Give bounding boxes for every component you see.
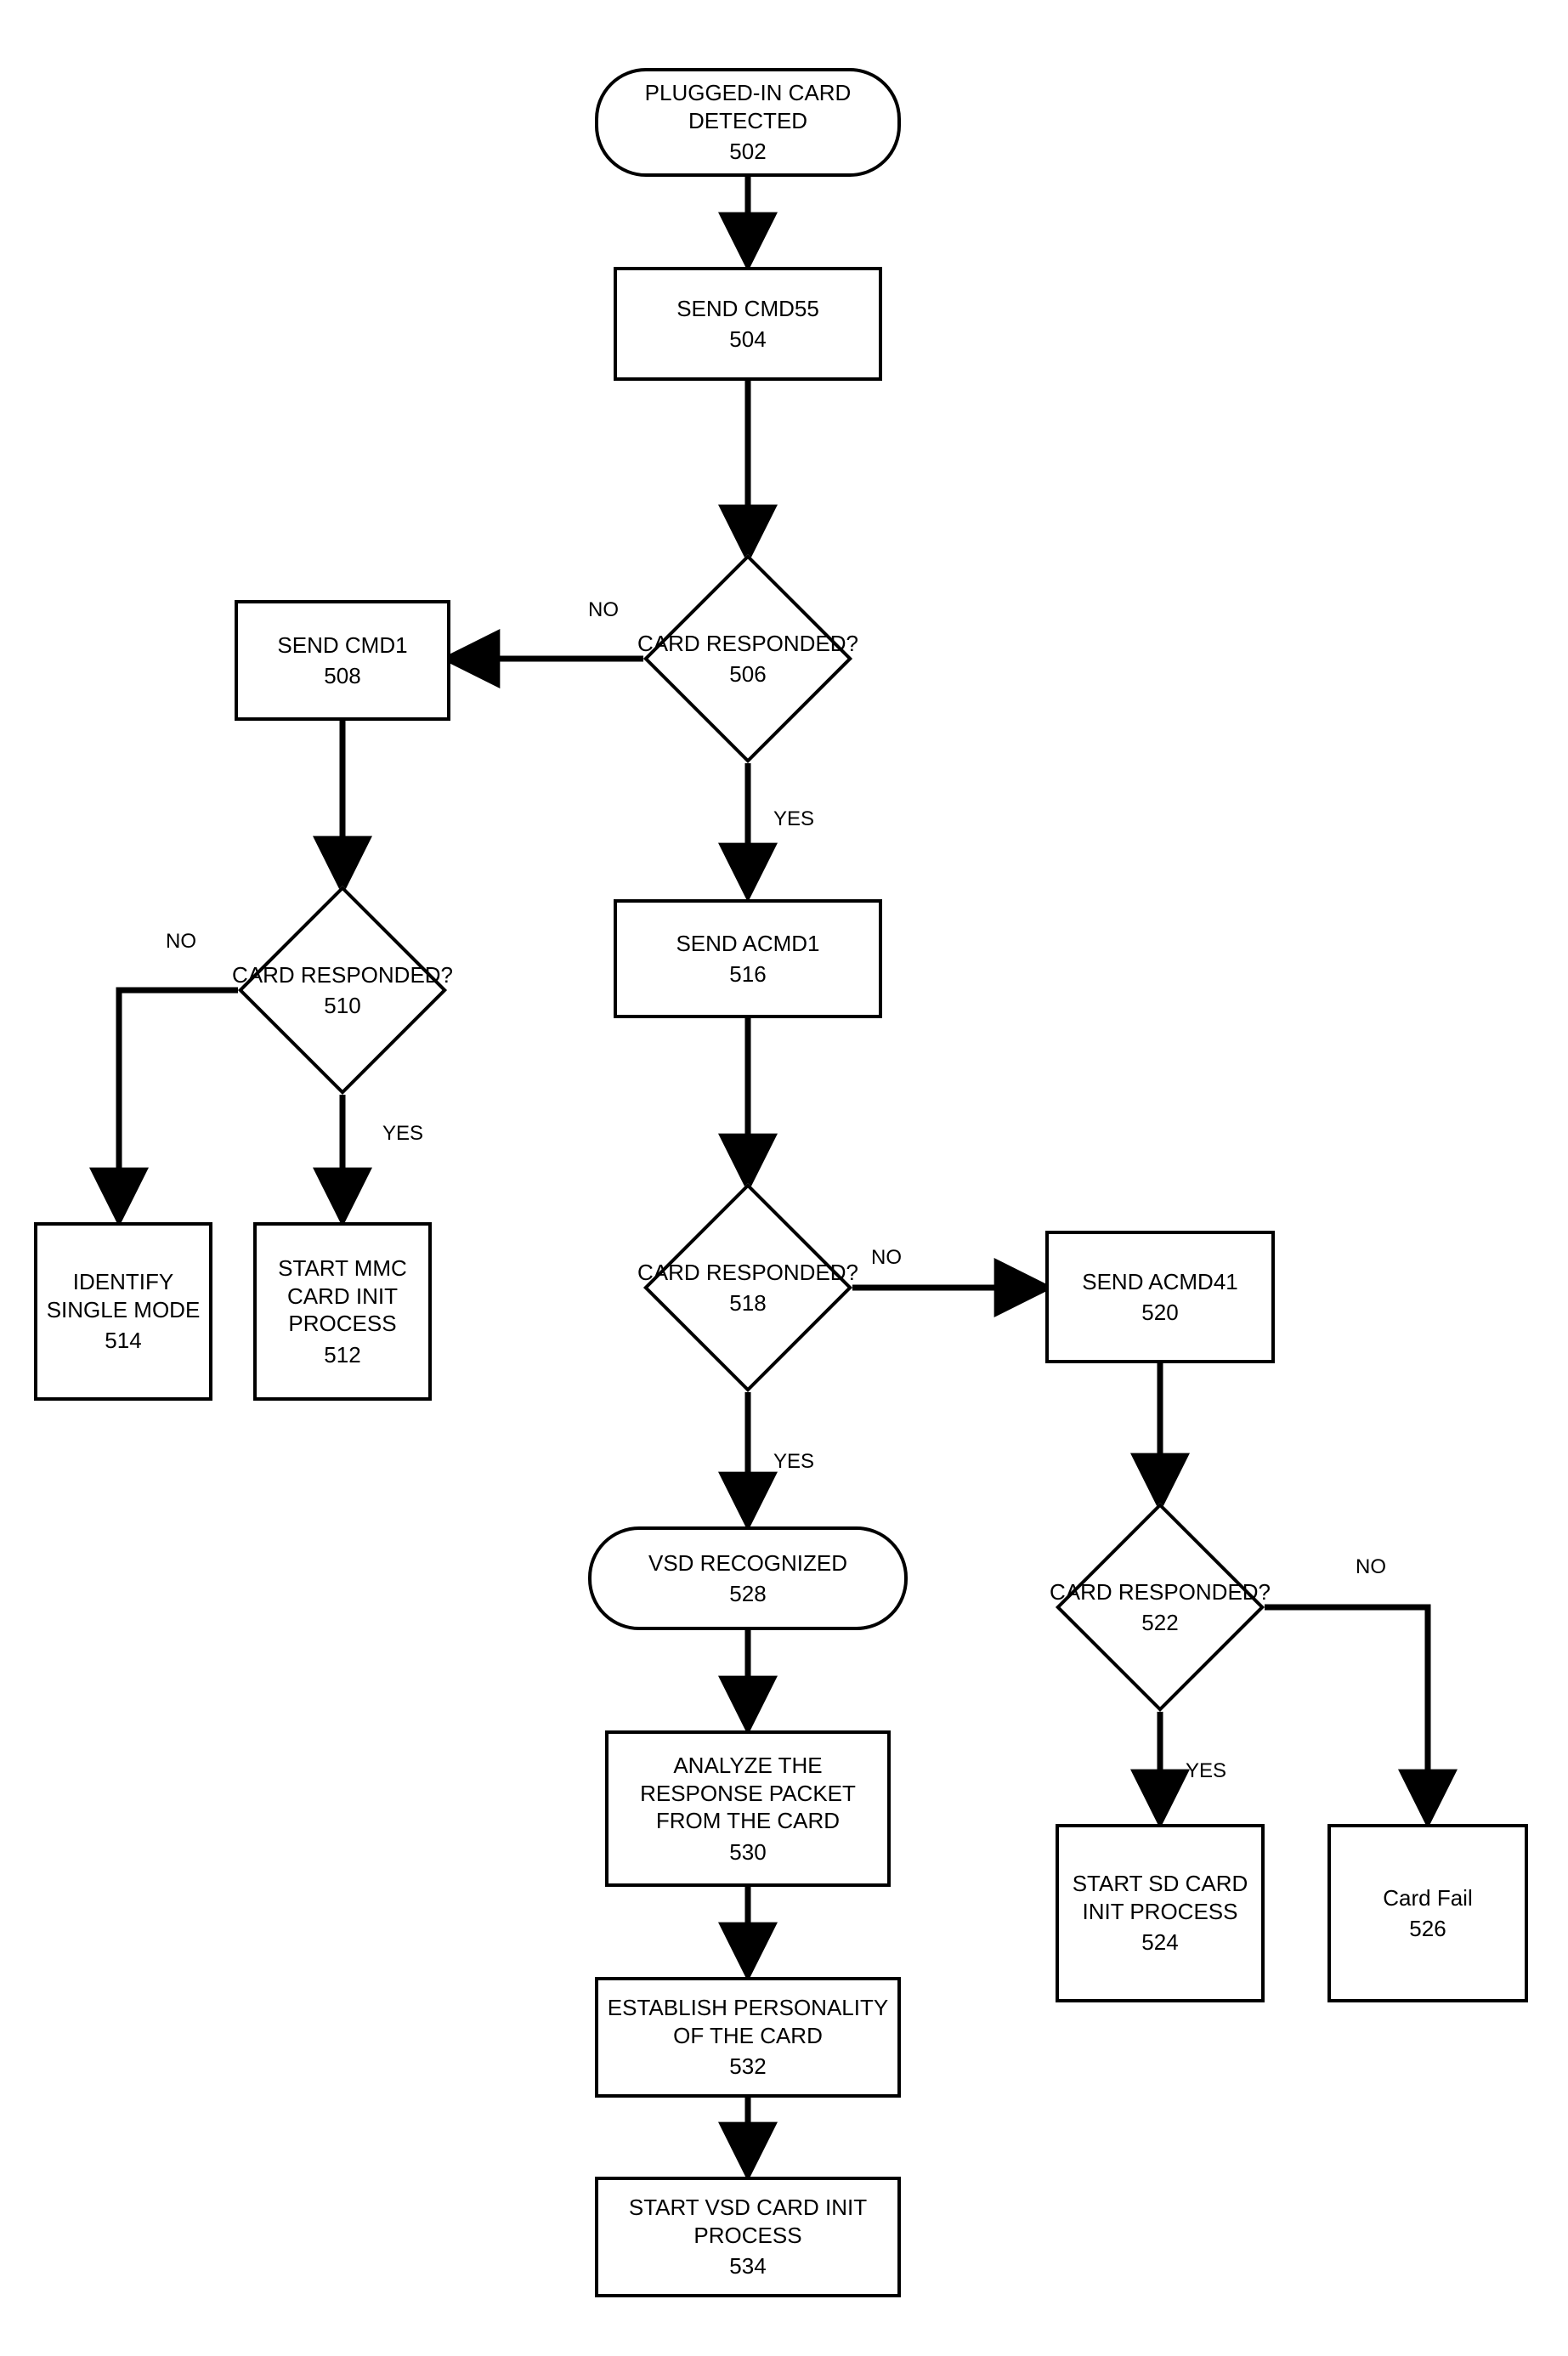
node-520-id: 520 (1141, 1299, 1178, 1327)
node-518-id: 518 (729, 1289, 766, 1317)
node-522-line1: CARD RESPONDED? (1050, 1578, 1271, 1606)
node-502-line2: DETECTED (688, 107, 807, 135)
node-524-line1: START SD CARD (1073, 1870, 1248, 1898)
edge-label-518-no: NO (871, 1246, 902, 1270)
node-522-label: CARD RESPONDED? 522 (1044, 1533, 1276, 1681)
node-506-label: CARD RESPONDED? 506 (631, 585, 864, 733)
node-534-line2: PROCESS (693, 2222, 801, 2250)
node-508-line1: SEND CMD1 (277, 631, 407, 660)
node-522: CARD RESPONDED? 522 (1086, 1533, 1234, 1681)
node-520-line1: SEND ACMD41 (1082, 1268, 1238, 1296)
node-504-line1: SEND CMD55 (676, 295, 819, 323)
node-510-id: 510 (324, 992, 360, 1020)
node-506-id: 506 (729, 660, 766, 688)
node-510-label: CARD RESPONDED? 510 (226, 916, 459, 1064)
node-518: CARD RESPONDED? 518 (674, 1214, 822, 1362)
node-534-line1: START VSD CARD INIT (629, 2194, 867, 2222)
node-502-id: 502 (729, 138, 766, 166)
node-512-line3: PROCESS (288, 1310, 396, 1338)
node-512-line2: CARD INIT (287, 1283, 398, 1311)
edge-label-506-no: NO (588, 598, 619, 622)
edge-label-510-no: NO (166, 930, 196, 954)
node-532-line1: ESTABLISH PERSONALITY (608, 1994, 888, 2022)
node-520: SEND ACMD41 520 (1045, 1231, 1275, 1363)
node-526-id: 526 (1409, 1915, 1446, 1943)
node-510-line1: CARD RESPONDED? (232, 961, 453, 989)
node-528: VSD RECOGNIZED 528 (588, 1526, 908, 1630)
node-514-line1: IDENTIFY (73, 1268, 173, 1296)
node-532-id: 532 (729, 2053, 766, 2081)
node-530-line2: RESPONSE PACKET (640, 1780, 856, 1808)
node-524-id: 524 (1141, 1928, 1178, 1957)
node-504: SEND CMD55 504 (614, 267, 882, 381)
node-530-line3: FROM THE CARD (656, 1807, 840, 1835)
edge-label-510-yes: YES (382, 1122, 423, 1146)
node-512-id: 512 (324, 1341, 360, 1369)
node-532: ESTABLISH PERSONALITY OF THE CARD 532 (595, 1977, 901, 2098)
node-516: SEND ACMD1 516 (614, 899, 882, 1018)
node-514: IDENTIFY SINGLE MODE 514 (34, 1222, 212, 1401)
node-532-line2: OF THE CARD (673, 2022, 823, 2050)
node-504-id: 504 (729, 326, 766, 354)
node-522-id: 522 (1141, 1609, 1178, 1637)
node-510: CARD RESPONDED? 510 (269, 916, 416, 1064)
node-526-line1: Card Fail (1383, 1884, 1472, 1912)
node-518-label: CARD RESPONDED? 518 (631, 1214, 864, 1362)
node-508: SEND CMD1 508 (235, 600, 450, 721)
node-514-line2: SINGLE MODE (47, 1296, 201, 1324)
edge-label-518-yes: YES (773, 1450, 814, 1474)
flowchart-canvas: NO YES NO YES NO YES NO YES PLUGGED-IN C… (0, 0, 1568, 2356)
node-526: Card Fail 526 (1327, 1824, 1528, 2002)
node-528-id: 528 (729, 1580, 766, 1608)
node-512: START MMC CARD INIT PROCESS 512 (253, 1222, 432, 1401)
node-530-line1: ANALYZE THE (673, 1752, 822, 1780)
node-530-id: 530 (729, 1838, 766, 1866)
node-502: PLUGGED-IN CARD DETECTED 502 (595, 68, 901, 177)
edge-label-506-yes: YES (773, 807, 814, 831)
node-512-line1: START MMC (278, 1254, 407, 1283)
node-514-id: 514 (105, 1327, 141, 1355)
node-516-id: 516 (729, 960, 766, 988)
node-506-line1: CARD RESPONDED? (637, 630, 858, 658)
node-508-id: 508 (324, 662, 360, 690)
node-518-line1: CARD RESPONDED? (637, 1259, 858, 1287)
node-506: CARD RESPONDED? 506 (674, 585, 822, 733)
node-528-line1: VSD RECOGNIZED (648, 1549, 847, 1577)
edge-label-522-yes: YES (1186, 1759, 1226, 1783)
node-534: START VSD CARD INIT PROCESS 534 (595, 2177, 901, 2297)
node-524: START SD CARD INIT PROCESS 524 (1056, 1824, 1265, 2002)
edge-label-522-no: NO (1356, 1555, 1386, 1579)
node-534-id: 534 (729, 2252, 766, 2280)
node-516-line1: SEND ACMD1 (676, 930, 819, 958)
node-530: ANALYZE THE RESPONSE PACKET FROM THE CAR… (605, 1730, 891, 1887)
node-502-line1: PLUGGED-IN CARD (645, 79, 852, 107)
node-524-line2: INIT PROCESS (1082, 1898, 1237, 1926)
